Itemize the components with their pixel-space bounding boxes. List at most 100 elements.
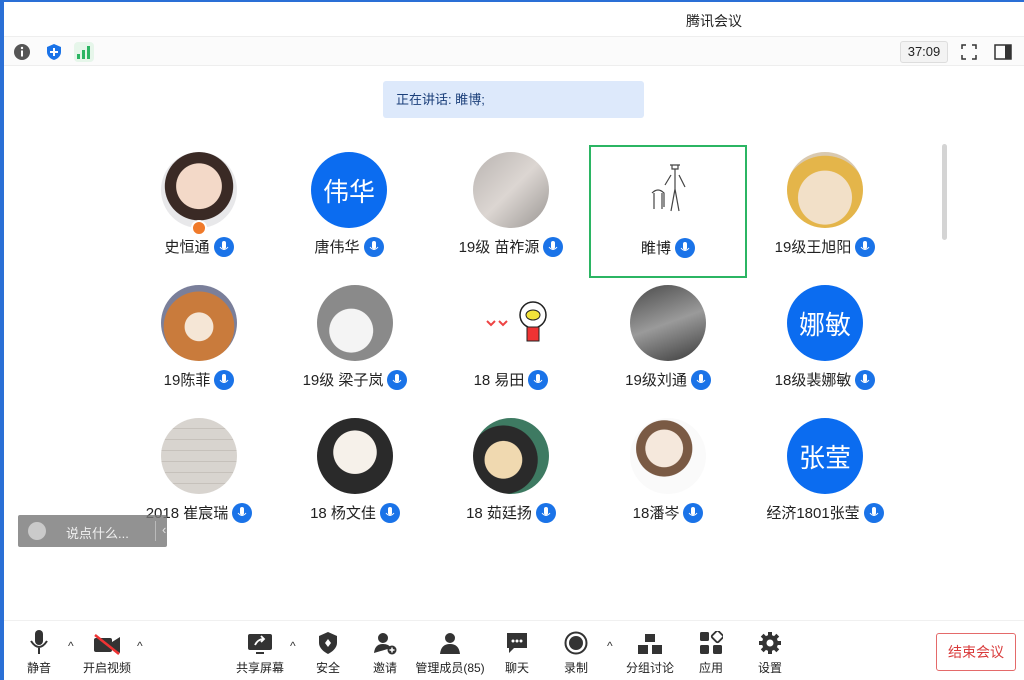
avatar bbox=[161, 418, 237, 494]
mic-icon bbox=[387, 369, 408, 390]
avatar bbox=[161, 285, 237, 361]
avatar: 娜敏 bbox=[787, 285, 863, 361]
participant-tile[interactable]: 19陈菲 bbox=[120, 277, 278, 410]
end-meeting-button[interactable]: 结束会议 bbox=[936, 633, 1016, 671]
members-icon bbox=[410, 629, 490, 655]
floating-chat-input[interactable]: 说点什么... ‹ bbox=[18, 515, 167, 547]
participant-tile[interactable]: 19级刘通 bbox=[589, 277, 747, 410]
mic-icon bbox=[675, 237, 695, 258]
participant-tile[interactable]: 18 杨文佳 bbox=[276, 410, 434, 543]
avatar bbox=[630, 418, 706, 494]
mic-icon bbox=[232, 502, 253, 523]
mic-icon bbox=[683, 502, 704, 523]
participant-tile[interactable]: 史恒通 bbox=[120, 144, 278, 277]
video-button[interactable]: 开启视频 bbox=[72, 629, 142, 676]
participant-name: 18级裴娜敏 bbox=[774, 372, 852, 389]
participant-name: 19级 苗祚源 bbox=[458, 239, 540, 256]
participant-name: 19级 梁子岚 bbox=[302, 372, 384, 389]
speaking-indicator: 正在讲话: 睢博; bbox=[383, 81, 644, 118]
window-title: 腾讯会议 bbox=[686, 13, 742, 29]
avatar bbox=[630, 285, 706, 361]
chevron-up-icon[interactable]: ^ bbox=[607, 639, 613, 653]
participant-name: 18 茹廷扬 bbox=[466, 505, 532, 522]
divider bbox=[155, 521, 156, 541]
microphone-icon bbox=[4, 629, 74, 655]
participant-name: 19陈菲 bbox=[163, 372, 211, 389]
participant-tile[interactable]: 伟华 唐伟华 bbox=[270, 144, 428, 277]
mic-icon bbox=[855, 369, 876, 390]
host-icon bbox=[191, 220, 207, 236]
participant-tile[interactable]: 18 茹廷扬 bbox=[432, 410, 590, 543]
gear-icon bbox=[735, 629, 805, 655]
emoji-icon[interactable] bbox=[28, 522, 46, 540]
breakout-button[interactable]: 分组讨论 bbox=[615, 629, 685, 676]
mic-icon bbox=[213, 236, 234, 257]
avatar: 伟华 bbox=[311, 152, 387, 228]
mic-icon bbox=[690, 369, 711, 390]
camera-off-icon bbox=[72, 629, 142, 655]
sidebar-toggle-icon[interactable] bbox=[992, 41, 1014, 63]
fullscreen-icon[interactable] bbox=[958, 41, 980, 63]
record-button[interactable]: 录制 bbox=[541, 629, 611, 676]
settings-button[interactable]: 设置 bbox=[735, 629, 805, 676]
participant-name: 18 杨文佳 bbox=[310, 505, 376, 522]
mic-icon bbox=[528, 369, 549, 390]
mic-icon bbox=[363, 236, 384, 257]
avatar bbox=[473, 285, 549, 361]
avatar bbox=[317, 285, 393, 361]
meeting-toolbar: 静音 ^ 开启视频 ^ 共享屏幕 ^ 安全 邀请 管理成员(85) 聊天 录制 … bbox=[4, 620, 1024, 680]
manage-members-label: 管理成员(85) bbox=[415, 661, 485, 675]
manage-members-button[interactable]: 管理成员(85) bbox=[410, 629, 490, 676]
mic-icon bbox=[535, 502, 556, 523]
participant-name: 18 易田 bbox=[473, 372, 525, 389]
participant-tile[interactable]: 18 易田 bbox=[432, 277, 590, 410]
breakout-rooms-icon bbox=[615, 629, 685, 655]
chevron-up-icon[interactable]: ^ bbox=[137, 639, 143, 653]
shield-icon[interactable] bbox=[44, 42, 64, 62]
desktop-edge-left bbox=[0, 0, 4, 680]
avatar bbox=[161, 152, 237, 228]
avatar bbox=[473, 418, 549, 494]
mute-button[interactable]: 静音 bbox=[4, 629, 74, 676]
record-icon bbox=[541, 629, 611, 655]
participant-name: 唐伟华 bbox=[314, 239, 360, 256]
participant-tile[interactable]: 18潘岑 bbox=[589, 410, 747, 543]
participant-tile[interactable]: 19级 梁子岚 bbox=[276, 277, 434, 410]
participant-name: 19级刘通 bbox=[625, 372, 687, 389]
chat-placeholder: 说点什么... bbox=[66, 526, 129, 541]
participant-tile[interactable]: 张莹 经济1801张莹 bbox=[746, 410, 904, 543]
participant-name: 史恒通 bbox=[164, 239, 210, 256]
mic-icon bbox=[543, 236, 564, 257]
meeting-timer: 37:09 bbox=[900, 41, 948, 63]
share-screen-button[interactable]: 共享屏幕 bbox=[225, 629, 295, 676]
grid-scrollbar[interactable] bbox=[942, 144, 947, 240]
avatar bbox=[317, 418, 393, 494]
participant-name: 睢博 bbox=[640, 240, 671, 257]
participant-tile[interactable]: 娜敏 18级裴娜敏 bbox=[746, 277, 904, 410]
collapse-chevron-icon[interactable]: ‹ bbox=[162, 522, 166, 537]
participant-tile-active[interactable]: 睢博 bbox=[589, 145, 747, 278]
signal-icon[interactable] bbox=[74, 42, 94, 62]
avatar bbox=[787, 152, 863, 228]
record-label: 录制 bbox=[563, 661, 588, 675]
avatar: 张莹 bbox=[787, 418, 863, 494]
mic-icon bbox=[863, 502, 884, 523]
participant-name: 19级王旭阳 bbox=[774, 239, 852, 256]
video-label: 开启视频 bbox=[82, 661, 131, 675]
title-bar: 腾讯会议 bbox=[4, 2, 1024, 36]
meeting-top-bar: 37:09 bbox=[4, 36, 1024, 66]
participant-name: 经济1801张莹 bbox=[766, 505, 860, 522]
info-icon[interactable] bbox=[12, 42, 32, 62]
mute-label: 静音 bbox=[26, 661, 51, 675]
share-screen-icon bbox=[225, 629, 295, 655]
mic-icon bbox=[214, 369, 235, 390]
participant-tile[interactable]: 19级 苗祚源 bbox=[432, 144, 590, 277]
participant-name: 18潘岑 bbox=[632, 505, 680, 522]
mic-icon bbox=[855, 236, 876, 257]
participant-tile[interactable]: 19级王旭阳 bbox=[746, 144, 904, 277]
share-screen-label: 共享屏幕 bbox=[235, 661, 284, 675]
avatar bbox=[473, 152, 549, 228]
settings-label: 设置 bbox=[757, 661, 782, 675]
breakout-label: 分组讨论 bbox=[625, 661, 674, 675]
avatar bbox=[630, 153, 706, 229]
